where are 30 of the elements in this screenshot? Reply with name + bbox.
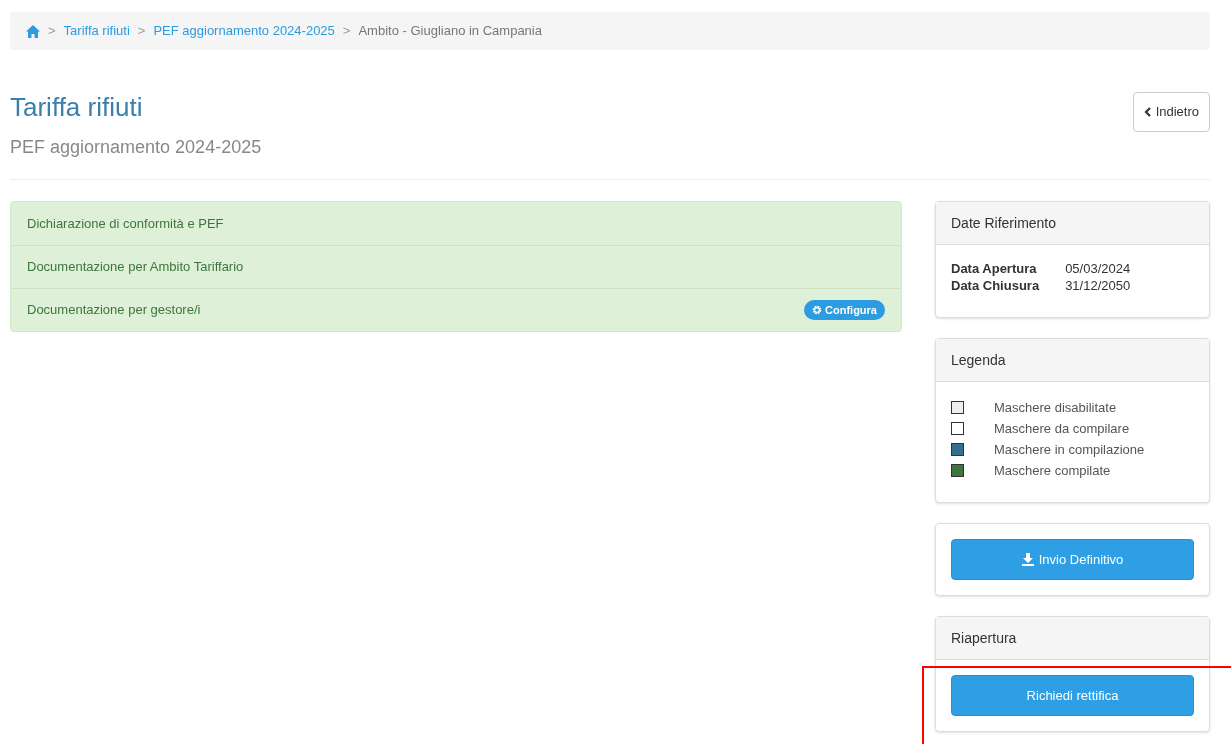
- breadcrumb-link[interactable]: PEF aggiornamento 2024-2025: [153, 21, 335, 41]
- final-submit-button[interactable]: Invio Definitivo: [951, 539, 1194, 580]
- date-value: 05/03/2024: [1065, 260, 1132, 277]
- breadcrumb-separator: >: [136, 22, 147, 41]
- section-link[interactable]: Documentazione per Ambito Tariffario: [27, 257, 244, 277]
- date-label: Data Chiusura: [951, 277, 1040, 294]
- section-link[interactable]: Dichiarazione di conformità e PEF: [27, 213, 224, 234]
- page-title: Tariffa rifiuti: [10, 92, 144, 122]
- breadcrumb-separator: >: [341, 22, 352, 41]
- legend-label: Maschere disabilitate: [994, 399, 1117, 417]
- legend-label: Maschere in compilazione: [994, 441, 1145, 459]
- legend-label: Maschere compilate: [994, 462, 1111, 480]
- breadcrumb-current: Ambito - Giugliano in Campania: [358, 22, 542, 41]
- home-icon[interactable]: [26, 24, 40, 38]
- chevron-left-icon: [1143, 107, 1151, 117]
- page-subtitle: PEF aggiornamento 2024-2025: [10, 136, 262, 159]
- back-button[interactable]: Indietro: [1132, 92, 1210, 132]
- download-icon: [1021, 553, 1034, 566]
- breadcrumb-link[interactable]: Tariffa rifiuti: [63, 21, 130, 41]
- panel-title: Riapertura: [951, 628, 1017, 648]
- legend-label: Maschere da compilare: [994, 420, 1130, 438]
- gear-icon: [812, 305, 823, 315]
- panel-title: Legenda: [951, 350, 1006, 370]
- date-value: 31/12/2050: [1065, 277, 1132, 294]
- section-link[interactable]: Documentazione per gestore/i: [27, 300, 201, 320]
- date-label: Data Apertura: [951, 260, 1038, 277]
- request-correction-button[interactable]: Richiedi rettifica: [951, 675, 1194, 716]
- breadcrumb-separator: >: [47, 22, 57, 41]
- panel-title: Date Riferimento: [951, 213, 1057, 233]
- configure-button[interactable]: Configura: [804, 300, 885, 320]
